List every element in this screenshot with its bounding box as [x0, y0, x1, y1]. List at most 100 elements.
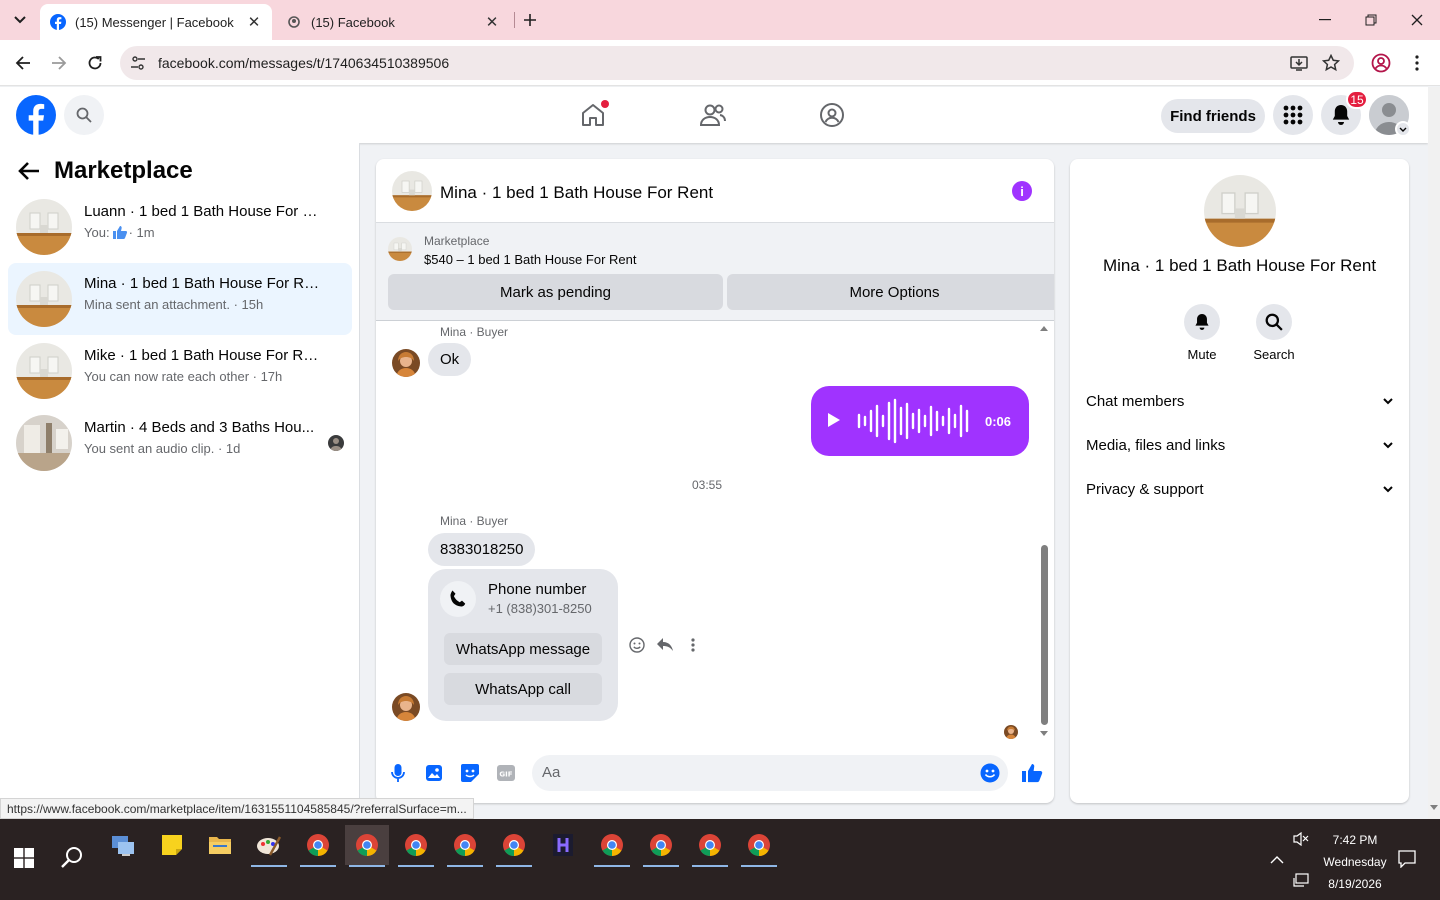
kebab-menu-icon	[1415, 55, 1419, 71]
chrome-icon	[503, 834, 525, 856]
conversation-item[interactable]: Martin · 4 Beds and 3 Baths Hou... You s…	[8, 407, 352, 479]
scroll-up-icon[interactable]	[1040, 325, 1048, 331]
more-options-button[interactable]: More Options	[727, 274, 1054, 310]
message-input-placeholder: Aa	[542, 764, 561, 781]
arrow-right-icon	[52, 56, 67, 70]
chrome-icon	[699, 834, 721, 856]
section-privacy-support[interactable]: Privacy & support	[1086, 473, 1394, 505]
conversation-preview: You can now rate each other · 17h	[84, 369, 283, 384]
install-app-icon[interactable]	[1290, 54, 1308, 72]
more-actions-button[interactable]	[683, 635, 703, 655]
browser-toolbar: facebook.com/messages/t/1740634510389506	[0, 40, 1440, 86]
address-bar[interactable]: facebook.com/messages/t/1740634510389506	[120, 46, 1354, 80]
taskbar-app-purple[interactable]	[541, 825, 585, 865]
page-scrollbar[interactable]	[1428, 87, 1440, 819]
taskbar-search-icon[interactable]	[60, 845, 84, 869]
arrow-left-icon	[15, 56, 30, 70]
sender-label: Mina · Buyer	[440, 325, 509, 339]
taskbar-app-network[interactable]	[101, 825, 145, 865]
close-window-button[interactable]	[1394, 0, 1440, 40]
tab-close-icon[interactable]: ✕	[246, 14, 262, 31]
tab-search-dropdown[interactable]	[8, 8, 32, 32]
chrome-icon	[650, 834, 672, 856]
message-input[interactable]: Aa	[532, 755, 1008, 791]
new-tab-button[interactable]	[518, 8, 542, 32]
taskbar-app-chrome[interactable]	[639, 825, 683, 867]
back-button[interactable]	[9, 49, 37, 77]
reply-button[interactable]	[655, 635, 675, 655]
notification-center-icon[interactable]	[1398, 850, 1416, 868]
audio-message[interactable]: 0:06	[811, 386, 1029, 456]
conversation-sidebar: Marketplace Luann · 1 bed 1 Bath House F…	[0, 143, 360, 819]
find-friends-button[interactable]: Find friends	[1161, 99, 1265, 133]
smiley-icon	[629, 637, 645, 653]
taskbar-app-file-explorer[interactable]	[198, 825, 242, 865]
taskbar-app-chrome[interactable]	[688, 825, 732, 867]
section-chat-members[interactable]: Chat members	[1086, 385, 1394, 417]
taskbar-app-chrome[interactable]	[737, 825, 781, 867]
nav-groups[interactable]	[816, 99, 848, 131]
conversation-item[interactable]: Luann · 1 bed 1 Bath House For Rent You:…	[8, 191, 352, 263]
emoji-icon[interactable]	[980, 763, 1000, 783]
account-caret[interactable]	[1395, 121, 1411, 137]
voice-clip-button[interactable]	[386, 761, 410, 785]
conversation-item-selected[interactable]: Mina · 1 bed 1 Bath House For Rent Mina …	[8, 263, 352, 335]
reload-button[interactable]	[81, 49, 109, 77]
search-label: Search	[1253, 347, 1295, 362]
nav-friends[interactable]	[697, 99, 729, 131]
chat-avatar[interactable]	[392, 171, 432, 211]
search-action[interactable]: Search	[1244, 304, 1304, 362]
system-clock[interactable]: 7:42 PM Wednesday 8/19/2026	[1320, 829, 1390, 895]
tab-messenger[interactable]: (15) Messenger | Facebook ✕	[40, 4, 272, 40]
attach-media-button[interactable]	[422, 761, 446, 785]
whatsapp-call-button[interactable]: WhatsApp call	[444, 673, 602, 705]
browser-menu-button[interactable]	[1403, 49, 1431, 77]
taskbar-app-chrome-active[interactable]	[345, 825, 389, 867]
section-media-files-links[interactable]: Media, files and links	[1086, 429, 1394, 461]
windows-start-icon[interactable]	[14, 848, 34, 868]
taskbar-app-chrome[interactable]	[590, 825, 634, 867]
tab-close-icon[interactable]: ✕	[484, 14, 500, 31]
sticker-button[interactable]	[458, 761, 482, 785]
scroll-down-icon[interactable]	[1040, 731, 1048, 737]
section-label: Privacy & support	[1086, 480, 1204, 498]
send-like-button[interactable]	[1020, 761, 1044, 785]
whatsapp-message-button[interactable]: WhatsApp message	[444, 633, 602, 665]
bookmark-star-icon[interactable]	[1322, 54, 1340, 72]
taskbar-app-sticky-notes[interactable]	[150, 825, 194, 865]
minimize-button[interactable]	[1302, 0, 1348, 40]
message-bubble[interactable]: 8383018250	[428, 533, 536, 566]
taskbar-app-chrome[interactable]	[394, 825, 438, 867]
taskbar-app-chrome[interactable]	[443, 825, 487, 867]
taskbar-app-paint[interactable]	[247, 825, 291, 867]
mark-as-pending-button[interactable]: Mark as pending	[388, 274, 723, 310]
taskbar-app-chrome[interactable]	[296, 825, 340, 867]
message-bubble[interactable]: Ok	[428, 343, 472, 376]
volume-muted-icon[interactable]	[1292, 830, 1310, 848]
phone-icon	[440, 581, 476, 617]
forward-button[interactable]	[45, 49, 73, 77]
facebook-logo[interactable]	[16, 95, 56, 135]
conversation-name: Mina · 1 bed 1 Bath House For Rent	[84, 275, 324, 292]
scrollbar-thumb[interactable]	[1041, 545, 1048, 725]
back-arrow-icon[interactable]	[18, 161, 40, 181]
tab-divider	[514, 12, 515, 28]
listing-price[interactable]: $540 – 1 bed 1 Bath House For Rent	[424, 252, 636, 267]
tray-overflow-icon[interactable]	[1268, 851, 1286, 869]
menu-button[interactable]	[1273, 95, 1313, 135]
mute-action[interactable]: Mute	[1172, 304, 1232, 362]
react-button[interactable]	[627, 635, 647, 655]
facebook-search-button[interactable]	[64, 95, 104, 135]
taskbar-app-chrome[interactable]	[492, 825, 536, 867]
info-icon[interactable]: i	[1012, 181, 1032, 201]
network-tray-icon[interactable]	[1292, 871, 1310, 889]
profile-button[interactable]	[1367, 49, 1395, 77]
scroll-down-icon[interactable]	[1430, 805, 1438, 811]
conversation-item[interactable]: Mike · 1 bed 1 Bath House For Rent You c…	[8, 335, 352, 407]
restore-button[interactable]	[1348, 0, 1394, 40]
chat-title[interactable]: Mina · 1 bed 1 Bath House For Rent	[440, 183, 713, 203]
tab-facebook[interactable]: (15) Facebook ✕	[276, 4, 510, 40]
play-icon[interactable]	[827, 412, 841, 428]
site-info-icon[interactable]	[130, 55, 146, 71]
gif-button[interactable]: GIF	[494, 761, 518, 785]
